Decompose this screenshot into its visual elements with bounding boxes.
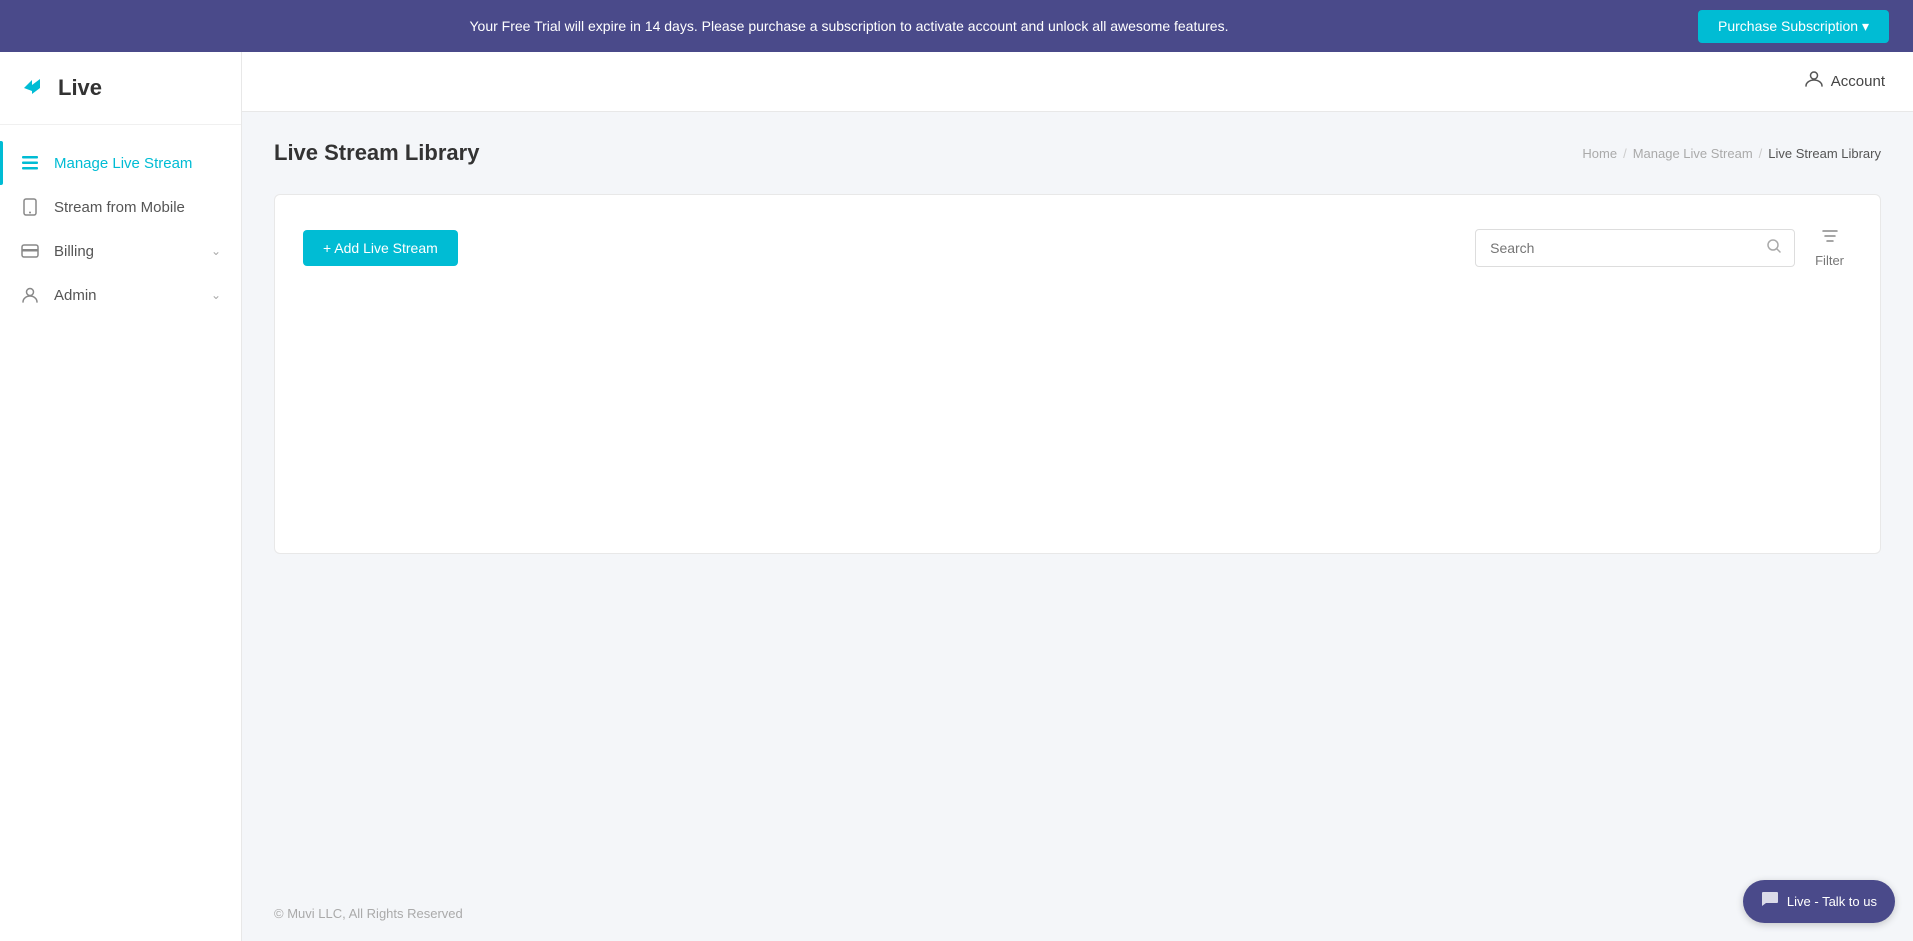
sidebar-item-manage-live-stream[interactable]: Manage Live Stream [0,141,241,185]
sidebar-nav: Manage Live Stream Stream from Mobile [0,125,241,941]
sidebar: Live Manage Live Stream [0,52,242,941]
toolbar: + Add Live Stream [303,223,1852,272]
breadcrumb-sep-2: / [1759,146,1763,161]
search-box [1475,229,1795,267]
sidebar-item-label: Admin [54,287,197,304]
filter-label: Filter [1815,253,1844,268]
breadcrumb-manage: Manage Live Stream [1633,146,1753,161]
chevron-down-icon: ⌄ [211,244,221,258]
live-chat-label: Live - Talk to us [1787,894,1877,909]
search-input[interactable] [1476,231,1754,265]
chat-icon [1761,890,1779,913]
sidebar-item-billing[interactable]: Billing ⌄ [0,229,241,273]
main-content: Live Stream Library Home / Manage Live S… [242,112,1913,886]
page-header-row: Live Stream Library Home / Manage Live S… [274,140,1881,166]
account-label: Account [1831,73,1885,90]
breadcrumb-current: Live Stream Library [1768,146,1881,161]
app-name: Live [58,75,102,101]
footer: © Muvi LLC, All Rights Reserved [242,886,1913,941]
footer-text: © Muvi LLC, All Rights Reserved [274,906,463,921]
billing-icon [20,241,40,261]
app-logo-icon [20,74,48,102]
breadcrumb: Home / Manage Live Stream / Live Stream … [1582,146,1881,161]
admin-icon [20,285,40,305]
sidebar-item-label: Manage Live Stream [54,155,221,172]
content-card: + Add Live Stream [274,194,1881,554]
account-icon [1805,70,1823,93]
mobile-icon [20,197,40,217]
search-filter-row: Filter [1475,223,1852,272]
filter-icon [1821,227,1839,250]
purchase-subscription-button[interactable]: Purchase Subscription ▾ [1698,10,1889,43]
main-wrapper: Account Live Stream Library Home / Manag… [242,52,1913,941]
add-live-stream-button[interactable]: + Add Live Stream [303,230,458,266]
search-icon [1766,238,1782,254]
sidebar-item-label: Billing [54,243,197,260]
top-banner: Your Free Trial will expire in 14 days. … [0,0,1913,52]
banner-text: Your Free Trial will expire in 14 days. … [24,18,1674,34]
logo-area: Live [0,52,241,125]
sidebar-item-label: Stream from Mobile [54,199,221,216]
chevron-down-icon: ⌄ [211,288,221,302]
search-button[interactable] [1754,230,1794,266]
sidebar-item-admin[interactable]: Admin ⌄ [0,273,241,317]
list-icon [20,153,40,173]
top-header: Account [242,52,1913,112]
sidebar-item-stream-from-mobile[interactable]: Stream from Mobile [0,185,241,229]
account-button[interactable]: Account [1805,70,1885,93]
breadcrumb-sep-1: / [1623,146,1627,161]
page-title: Live Stream Library [274,140,479,166]
live-chat-button[interactable]: Live - Talk to us [1743,880,1895,923]
breadcrumb-home: Home [1582,146,1617,161]
filter-button[interactable]: Filter [1807,223,1852,272]
